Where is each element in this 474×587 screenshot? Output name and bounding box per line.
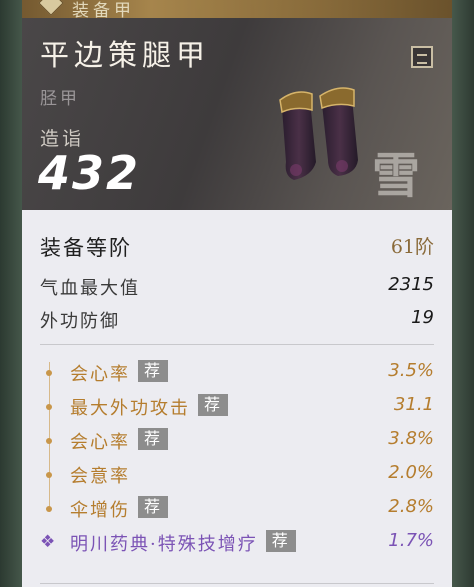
recommend-tag: 荐 (265, 530, 296, 552)
attribute-row[interactable]: 会意率 2.0% (40, 462, 434, 490)
attribute-row[interactable]: 会心率荐 3.5% (40, 360, 434, 388)
lock-button[interactable] (411, 46, 433, 68)
item-score: 432 (38, 146, 141, 200)
recommend-tag: 荐 (138, 496, 169, 518)
grade-label: 装备等阶 (40, 236, 132, 260)
grade-value: 61阶 (390, 236, 434, 258)
attribute-name: 会心率 (70, 432, 130, 453)
bullet-icon (46, 506, 52, 512)
bullet-icon (46, 472, 52, 478)
background-right (452, 0, 474, 587)
attribute-value: 2.8% (388, 496, 434, 517)
attribute-value: 2.0% (388, 462, 434, 483)
item-type: 胫甲 (40, 89, 80, 109)
item-tooltip-card: 平边策腿甲 胫甲 造诣 432 雪 装备等阶 61阶 气血最大值 2315 外功… (22, 18, 452, 587)
attribute-row[interactable]: 会心率荐 3.8% (40, 428, 434, 456)
background-left (0, 0, 22, 587)
gem-icon: ❖ (40, 532, 56, 552)
attribute-name: 伞增伤 (70, 500, 130, 521)
attribute-value: 3.8% (388, 428, 434, 449)
recommend-tag: 荐 (138, 428, 169, 450)
bullet-icon (46, 370, 52, 376)
bullet-icon (46, 404, 52, 410)
watermark-glyph: 雪 (372, 148, 421, 204)
base-stat-row: 外功防御 19 (40, 307, 434, 335)
bullet-icon (46, 438, 52, 444)
item-header: 平边策腿甲 胫甲 造诣 432 雪 (22, 18, 452, 210)
leg-armor-image (279, 87, 358, 180)
grade-row: 装备等阶 61阶 (40, 232, 434, 260)
base-stat-value: 2315 (388, 274, 434, 295)
divider (40, 344, 434, 345)
base-stat-value: 19 (411, 307, 434, 328)
recommend-tag: 荐 (198, 394, 229, 416)
attribute-name: 会心率 (70, 364, 130, 385)
item-name: 平边策腿甲 (40, 38, 211, 72)
attribute-row-special[interactable]: ❖ 明川药典·特殊技增疗荐 1.7% (40, 530, 434, 558)
recommend-tag: 荐 (138, 360, 169, 382)
base-stat-row: 气血最大值 2315 (40, 274, 434, 302)
attribute-value: 31.1 (393, 394, 434, 415)
divider (40, 583, 434, 584)
attribute-row[interactable]: 最大外功攻击荐 31.1 (40, 394, 434, 422)
diamond-icon (38, 0, 64, 16)
attribute-name: 最大外功攻击 (70, 398, 190, 419)
base-stat-label: 气血最大值 (40, 278, 140, 299)
attribute-value: 3.5% (388, 360, 434, 381)
attribute-value: 1.7% (388, 530, 434, 551)
base-stat-label: 外功防御 (40, 311, 120, 332)
attribute-row[interactable]: 伞增伤荐 2.8% (40, 496, 434, 524)
attribute-name: 会意率 (70, 466, 130, 487)
attribute-name: 明川药典·特殊技增疗 (70, 534, 258, 555)
